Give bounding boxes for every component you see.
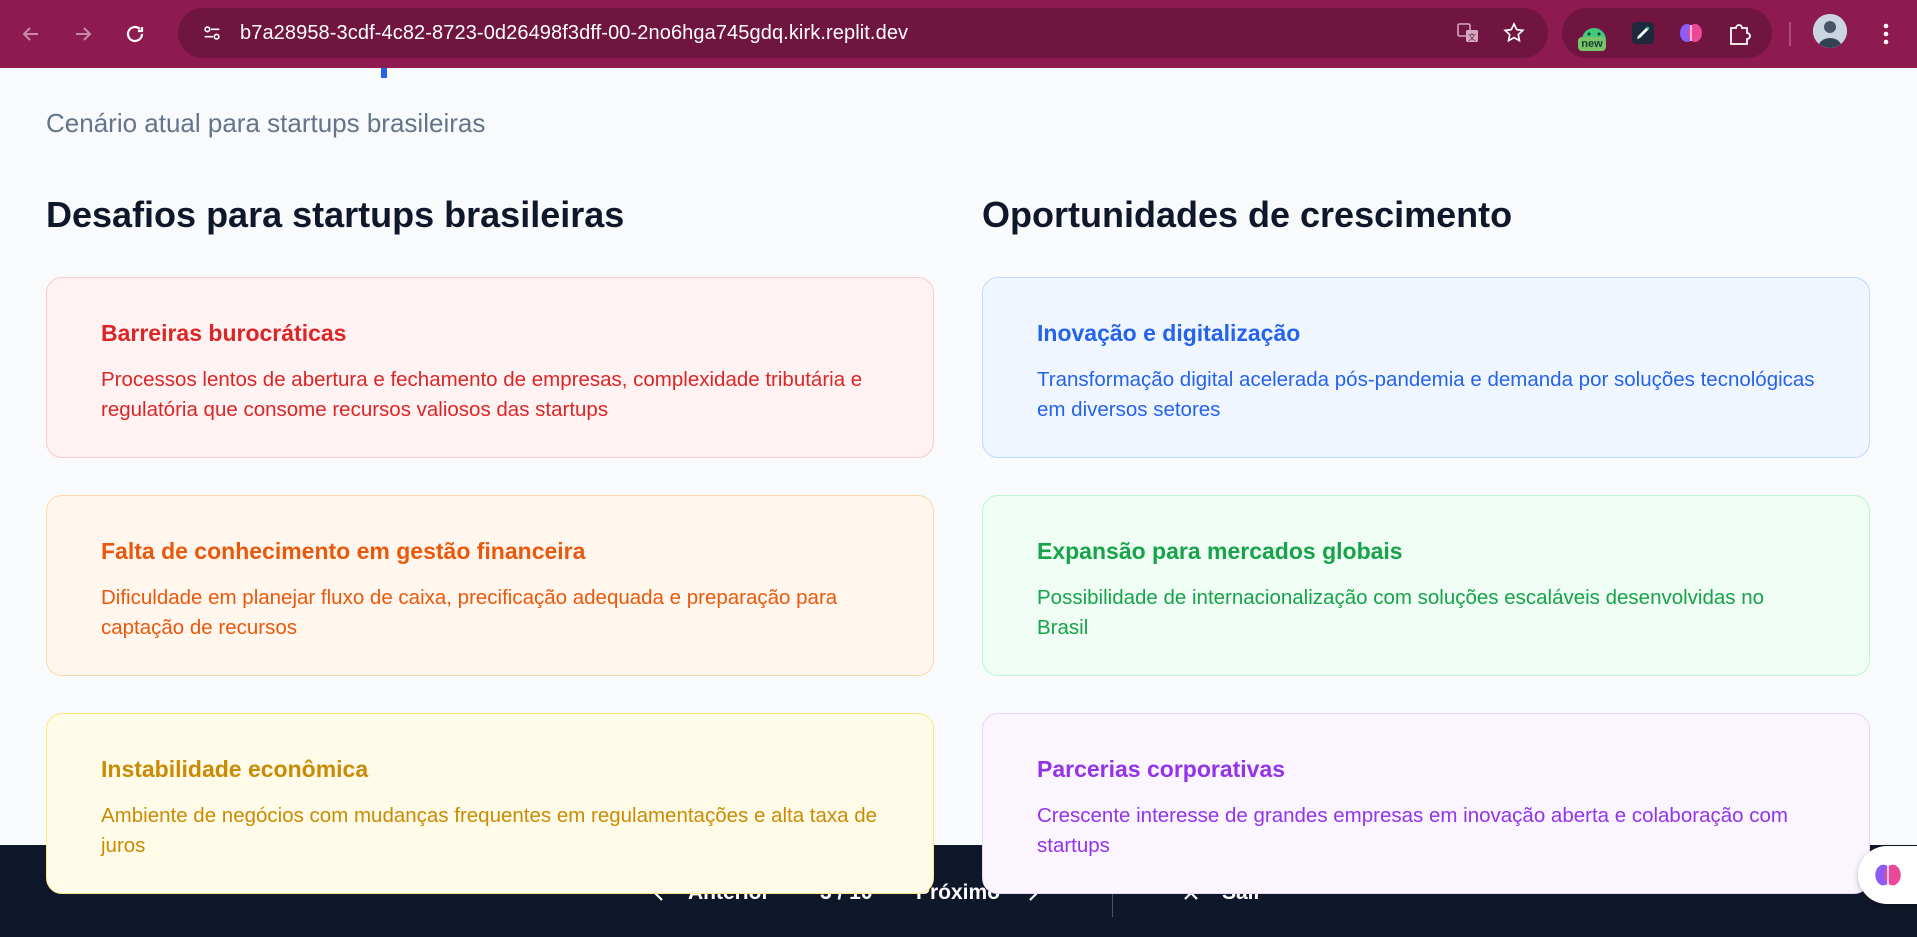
opportunity-card: Inovação e digitalização Transformação d… [982, 277, 1870, 458]
extension-brain-icon[interactable] [1671, 13, 1711, 53]
card-description: Processos lentos de abertura e fechament… [101, 368, 863, 421]
bookmark-star-icon[interactable] [1494, 13, 1534, 53]
card-description: Ambiente de negócios com mudanças freque… [101, 804, 878, 857]
challenges-heading: Desafios para startups brasileiras [46, 194, 625, 235]
card-title: Inovação e digitalização [1037, 320, 1301, 346]
extension-pen-icon[interactable] [1623, 13, 1663, 53]
card-description: Dificuldade em planejar fluxo de caixa, … [101, 586, 838, 639]
card-description: Crescente interesse de grandes empresas … [1037, 804, 1788, 857]
card-description: Possibilidade de internacionalização com… [1037, 586, 1765, 639]
toolbar-divider [1789, 22, 1791, 46]
translate-icon[interactable]: 文 [1448, 13, 1488, 53]
card-description: Transformação digital acelerada pós-pand… [1037, 368, 1815, 421]
new-badge: new [1578, 37, 1606, 51]
card-title: Instabilidade econômica [101, 756, 369, 782]
opportunity-card: Parcerias corporativas Crescente interes… [982, 713, 1870, 894]
address-bar[interactable]: b7a28958-3cdf-4c82-8723-0d26498f3dff-00-… [178, 8, 1548, 58]
brain-icon [1875, 864, 1901, 886]
opportunity-card: Expansão para mercados globais Possibili… [982, 495, 1870, 676]
more-menu-icon[interactable] [1866, 14, 1906, 54]
challenge-card: Instabilidade econômica Ambiente de negó… [46, 713, 934, 894]
opportunities-heading: Oportunidades de crescimento [982, 194, 1513, 235]
arrow-left-icon [22, 27, 38, 41]
svg-text:文: 文 [1468, 32, 1476, 42]
assistant-brain-button[interactable] [1858, 846, 1917, 904]
challenge-card: Barreiras burocráticas Processos lentos … [46, 277, 934, 458]
forward-button[interactable] [61, 12, 105, 56]
reload-icon [126, 25, 144, 43]
extensions-puzzle-icon[interactable] [1720, 13, 1760, 53]
site-settings-icon[interactable] [192, 13, 232, 53]
extension-android-icon[interactable]: new [1574, 13, 1614, 53]
profile-avatar[interactable] [1813, 14, 1847, 48]
browser-toolbar: b7a28958-3cdf-4c82-8723-0d26498f3dff-00-… [0, 0, 1917, 68]
arrow-right-icon [76, 27, 92, 41]
reload-button[interactable] [113, 12, 157, 56]
extensions-area: new [1562, 8, 1772, 58]
back-button[interactable] [9, 12, 53, 56]
card-title: Barreiras burocráticas [101, 320, 347, 346]
url-text[interactable]: b7a28958-3cdf-4c82-8723-0d26498f3dff-00-… [240, 22, 908, 45]
card-title: Parcerias corporativas [1037, 756, 1286, 782]
page-subtitle: Cenário atual para startups brasileiras [46, 108, 486, 138]
card-title: Falta de conhecimento em gestão financei… [101, 538, 586, 564]
card-title: Expansão para mercados globais [1037, 538, 1403, 564]
title-underline-fragment [381, 68, 387, 78]
challenge-card: Falta de conhecimento em gestão financei… [46, 495, 934, 676]
